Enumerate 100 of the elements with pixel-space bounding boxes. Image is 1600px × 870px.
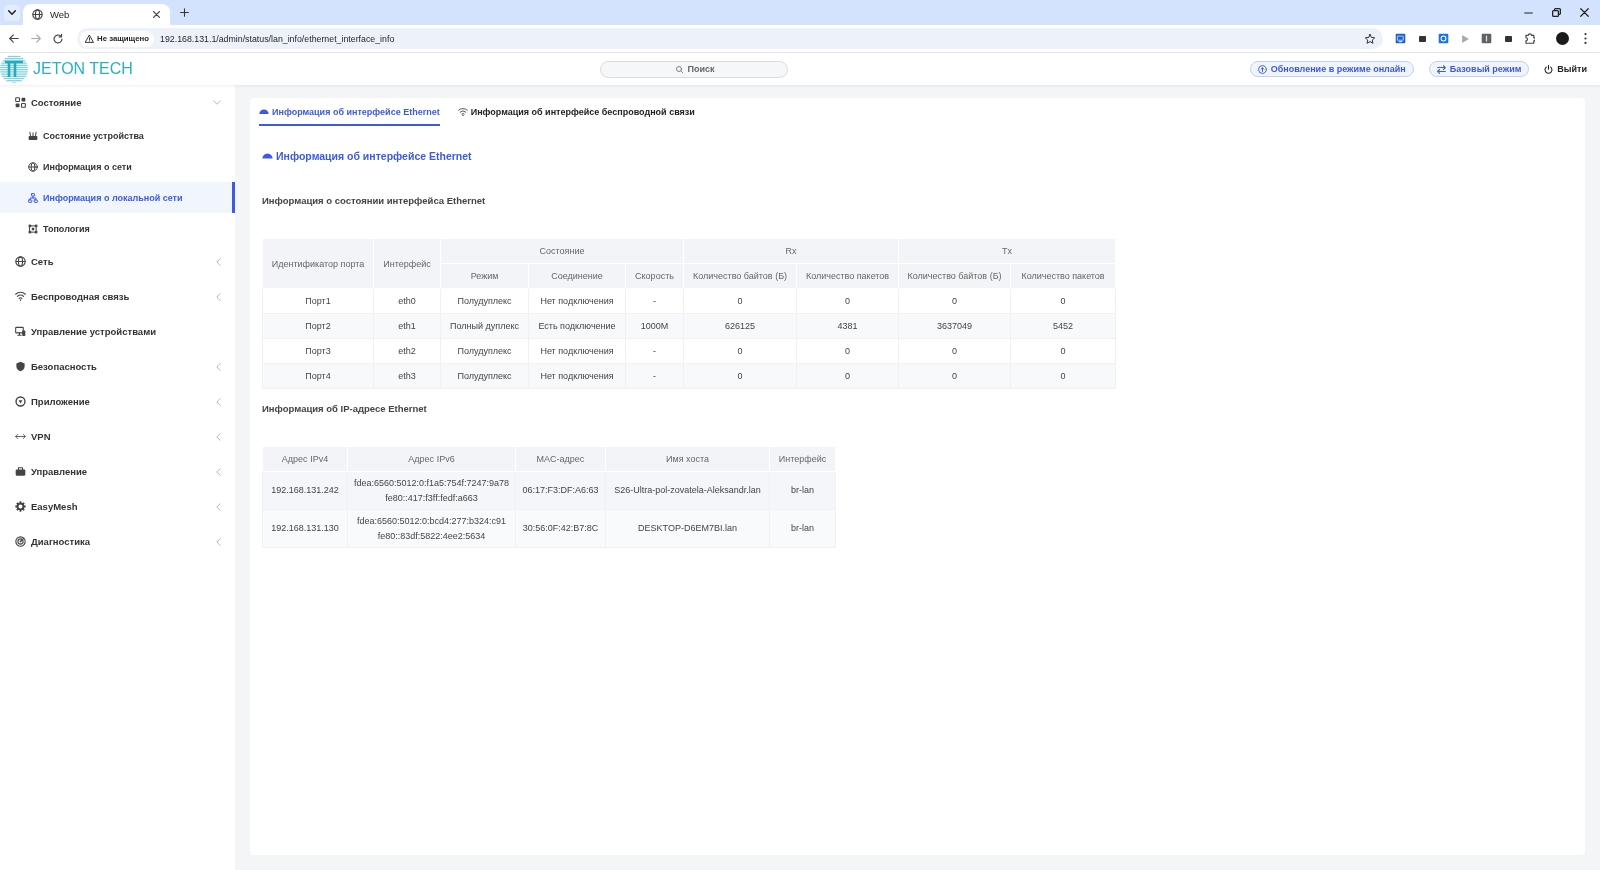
- table-cell: Полный дуплекс: [440, 313, 529, 339]
- sidebar-item[interactable]: Состояние: [0, 85, 235, 120]
- logo-text: JETON TECH: [33, 60, 133, 78]
- sidebar-item[interactable]: VPN: [0, 419, 235, 454]
- table-cell: 3637049: [898, 313, 1011, 339]
- back-icon[interactable]: [9, 34, 19, 43]
- table-cell: Есть подключение: [528, 313, 626, 339]
- close-icon[interactable]: [1580, 8, 1589, 17]
- table-cell: Полудуплекс: [440, 288, 529, 314]
- column-header: Адрес IPv6: [347, 446, 516, 472]
- table-cell: 0: [1010, 288, 1116, 314]
- radar-icon: [15, 536, 26, 547]
- column-group-header: Tx: [898, 238, 1116, 264]
- star-icon[interactable]: [1365, 33, 1375, 44]
- section-heading: Информация о состоянии интерфейса Ethernet: [262, 194, 486, 208]
- extension-icon[interactable]: [1504, 35, 1512, 42]
- extension-icon[interactable]: [1481, 33, 1492, 44]
- column-header: Интерфейс: [769, 446, 836, 472]
- table-cell: 0: [898, 288, 1011, 314]
- table-cell: Порт1: [262, 288, 374, 314]
- devices-icon: [15, 326, 26, 337]
- column-header: Имя хоста: [605, 446, 770, 472]
- more-icon[interactable]: [1584, 33, 1587, 44]
- column-group-header: Состояние: [440, 238, 684, 264]
- wifi-icon: [15, 291, 26, 302]
- avatar-icon[interactable]: [1556, 32, 1569, 45]
- upload-icon: [1257, 64, 1267, 74]
- table-cell: 0: [796, 288, 899, 314]
- restore-icon[interactable]: [1552, 8, 1561, 17]
- tab[interactable]: Информация об интерфейсе беспроводной связи: [457, 104, 695, 126]
- sidebar-item[interactable]: Топология: [0, 213, 235, 244]
- sidebar-item[interactable]: Информация о сети: [0, 151, 235, 182]
- logout-button[interactable]: Выйти: [1544, 61, 1587, 77]
- table-cell: Нет подключения: [528, 288, 626, 314]
- browser-tab[interactable]: Web: [23, 4, 170, 25]
- page-title: Информация об интерфейсе Ethernet: [276, 150, 472, 162]
- logo-icon: [0, 55, 28, 83]
- table-cell: br-lan: [769, 471, 836, 510]
- gear-icon: [15, 501, 26, 512]
- table-cell: 5452: [1010, 313, 1116, 339]
- online-update-button[interactable]: Обновление в режиме онлайн: [1249, 61, 1414, 77]
- table-cell: 0: [683, 363, 797, 389]
- router-icon: [28, 130, 38, 141]
- table-cell: 0: [1010, 363, 1116, 389]
- warning-icon: [85, 34, 94, 43]
- tab[interactable]: Информация об интерфейсе Ethernet: [259, 104, 440, 126]
- globe-icon: [15, 256, 26, 267]
- grid-icon: [15, 97, 26, 108]
- puzzle-icon[interactable]: [1524, 33, 1535, 44]
- sidebar-item[interactable]: Информация о локальной сети: [0, 182, 235, 213]
- sidebar-item[interactable]: Безопасность: [0, 349, 235, 384]
- table-cell: 4381: [796, 313, 899, 339]
- table-cell: 0: [1010, 338, 1116, 364]
- table-cell: 0: [683, 338, 797, 364]
- sidebar-item[interactable]: EasyMesh: [0, 489, 235, 524]
- shield-icon: [15, 361, 26, 372]
- table-cell: Порт2: [262, 313, 374, 339]
- dome-icon: [259, 109, 269, 115]
- sidebar-item[interactable]: Управление: [0, 454, 235, 489]
- column-header: Идентификатор порта: [262, 238, 374, 289]
- table-cell: Порт3: [262, 338, 374, 364]
- column-header: Количество пакетов: [796, 263, 899, 289]
- globe-icon: [28, 161, 38, 172]
- sidebar-item[interactable]: Состояние устройства: [0, 120, 235, 151]
- table-cell: 30:56:0F:42:B7:8C: [515, 509, 606, 548]
- table-cell: 0: [796, 363, 899, 389]
- network-icon: [28, 192, 38, 203]
- plus-icon[interactable]: [180, 8, 189, 17]
- column-header: Режим: [440, 263, 529, 289]
- close-icon[interactable]: [153, 11, 160, 18]
- sidebar-item[interactable]: Приложение: [0, 384, 235, 419]
- column-header: MAC-адрес: [515, 446, 606, 472]
- table-cell: 192.168.131.130: [262, 509, 348, 548]
- column-header: Количество байтов (Б): [898, 263, 1011, 289]
- table-cell: 192.168.131.242: [262, 471, 348, 510]
- sidebar-item[interactable]: Беспроводная связь: [0, 279, 235, 314]
- tab-search-button[interactable]: [4, 4, 20, 21]
- table-cell: DESKTOP-D6EM7BI.lan: [605, 509, 770, 548]
- column-header: Количество пакетов: [1010, 263, 1116, 289]
- reload-icon[interactable]: [53, 33, 63, 44]
- table-cell: Нет подключения: [528, 338, 626, 364]
- minimize-icon[interactable]: [1524, 11, 1533, 14]
- extension-icon[interactable]: [1418, 35, 1426, 42]
- sidebar-item[interactable]: Диагностика: [0, 524, 235, 559]
- table-cell: fdea:6560:5012:0:bcd4:277:b324:c91 fe80::83df:5822:4ee2:5634: [347, 509, 516, 548]
- search-field[interactable]: Поиск: [600, 60, 788, 78]
- sidebar-item[interactable]: Управление устройствами: [0, 314, 235, 349]
- search-icon: [676, 65, 683, 73]
- column-header: Количество байтов (Б): [683, 263, 797, 289]
- column-header: Соединение: [528, 263, 626, 289]
- extension-icon[interactable]: [1395, 33, 1406, 44]
- table-cell: 0: [683, 288, 797, 314]
- sidebar-item[interactable]: Сеть: [0, 244, 235, 279]
- wifi-icon: [457, 107, 468, 117]
- power-icon: [1544, 64, 1554, 74]
- toolbox-icon: [15, 466, 26, 477]
- table-cell: 06:17:F3:DF:A6:63: [515, 471, 606, 510]
- table-cell: fdea:6560:5012:0:f1a5:754f:7247:9a78 fe80::417:f3ff:fedf:a663: [347, 471, 516, 510]
- column-header: Адрес IPv4: [262, 446, 348, 472]
- basic-mode-button[interactable]: Базовый режим: [1428, 61, 1530, 77]
